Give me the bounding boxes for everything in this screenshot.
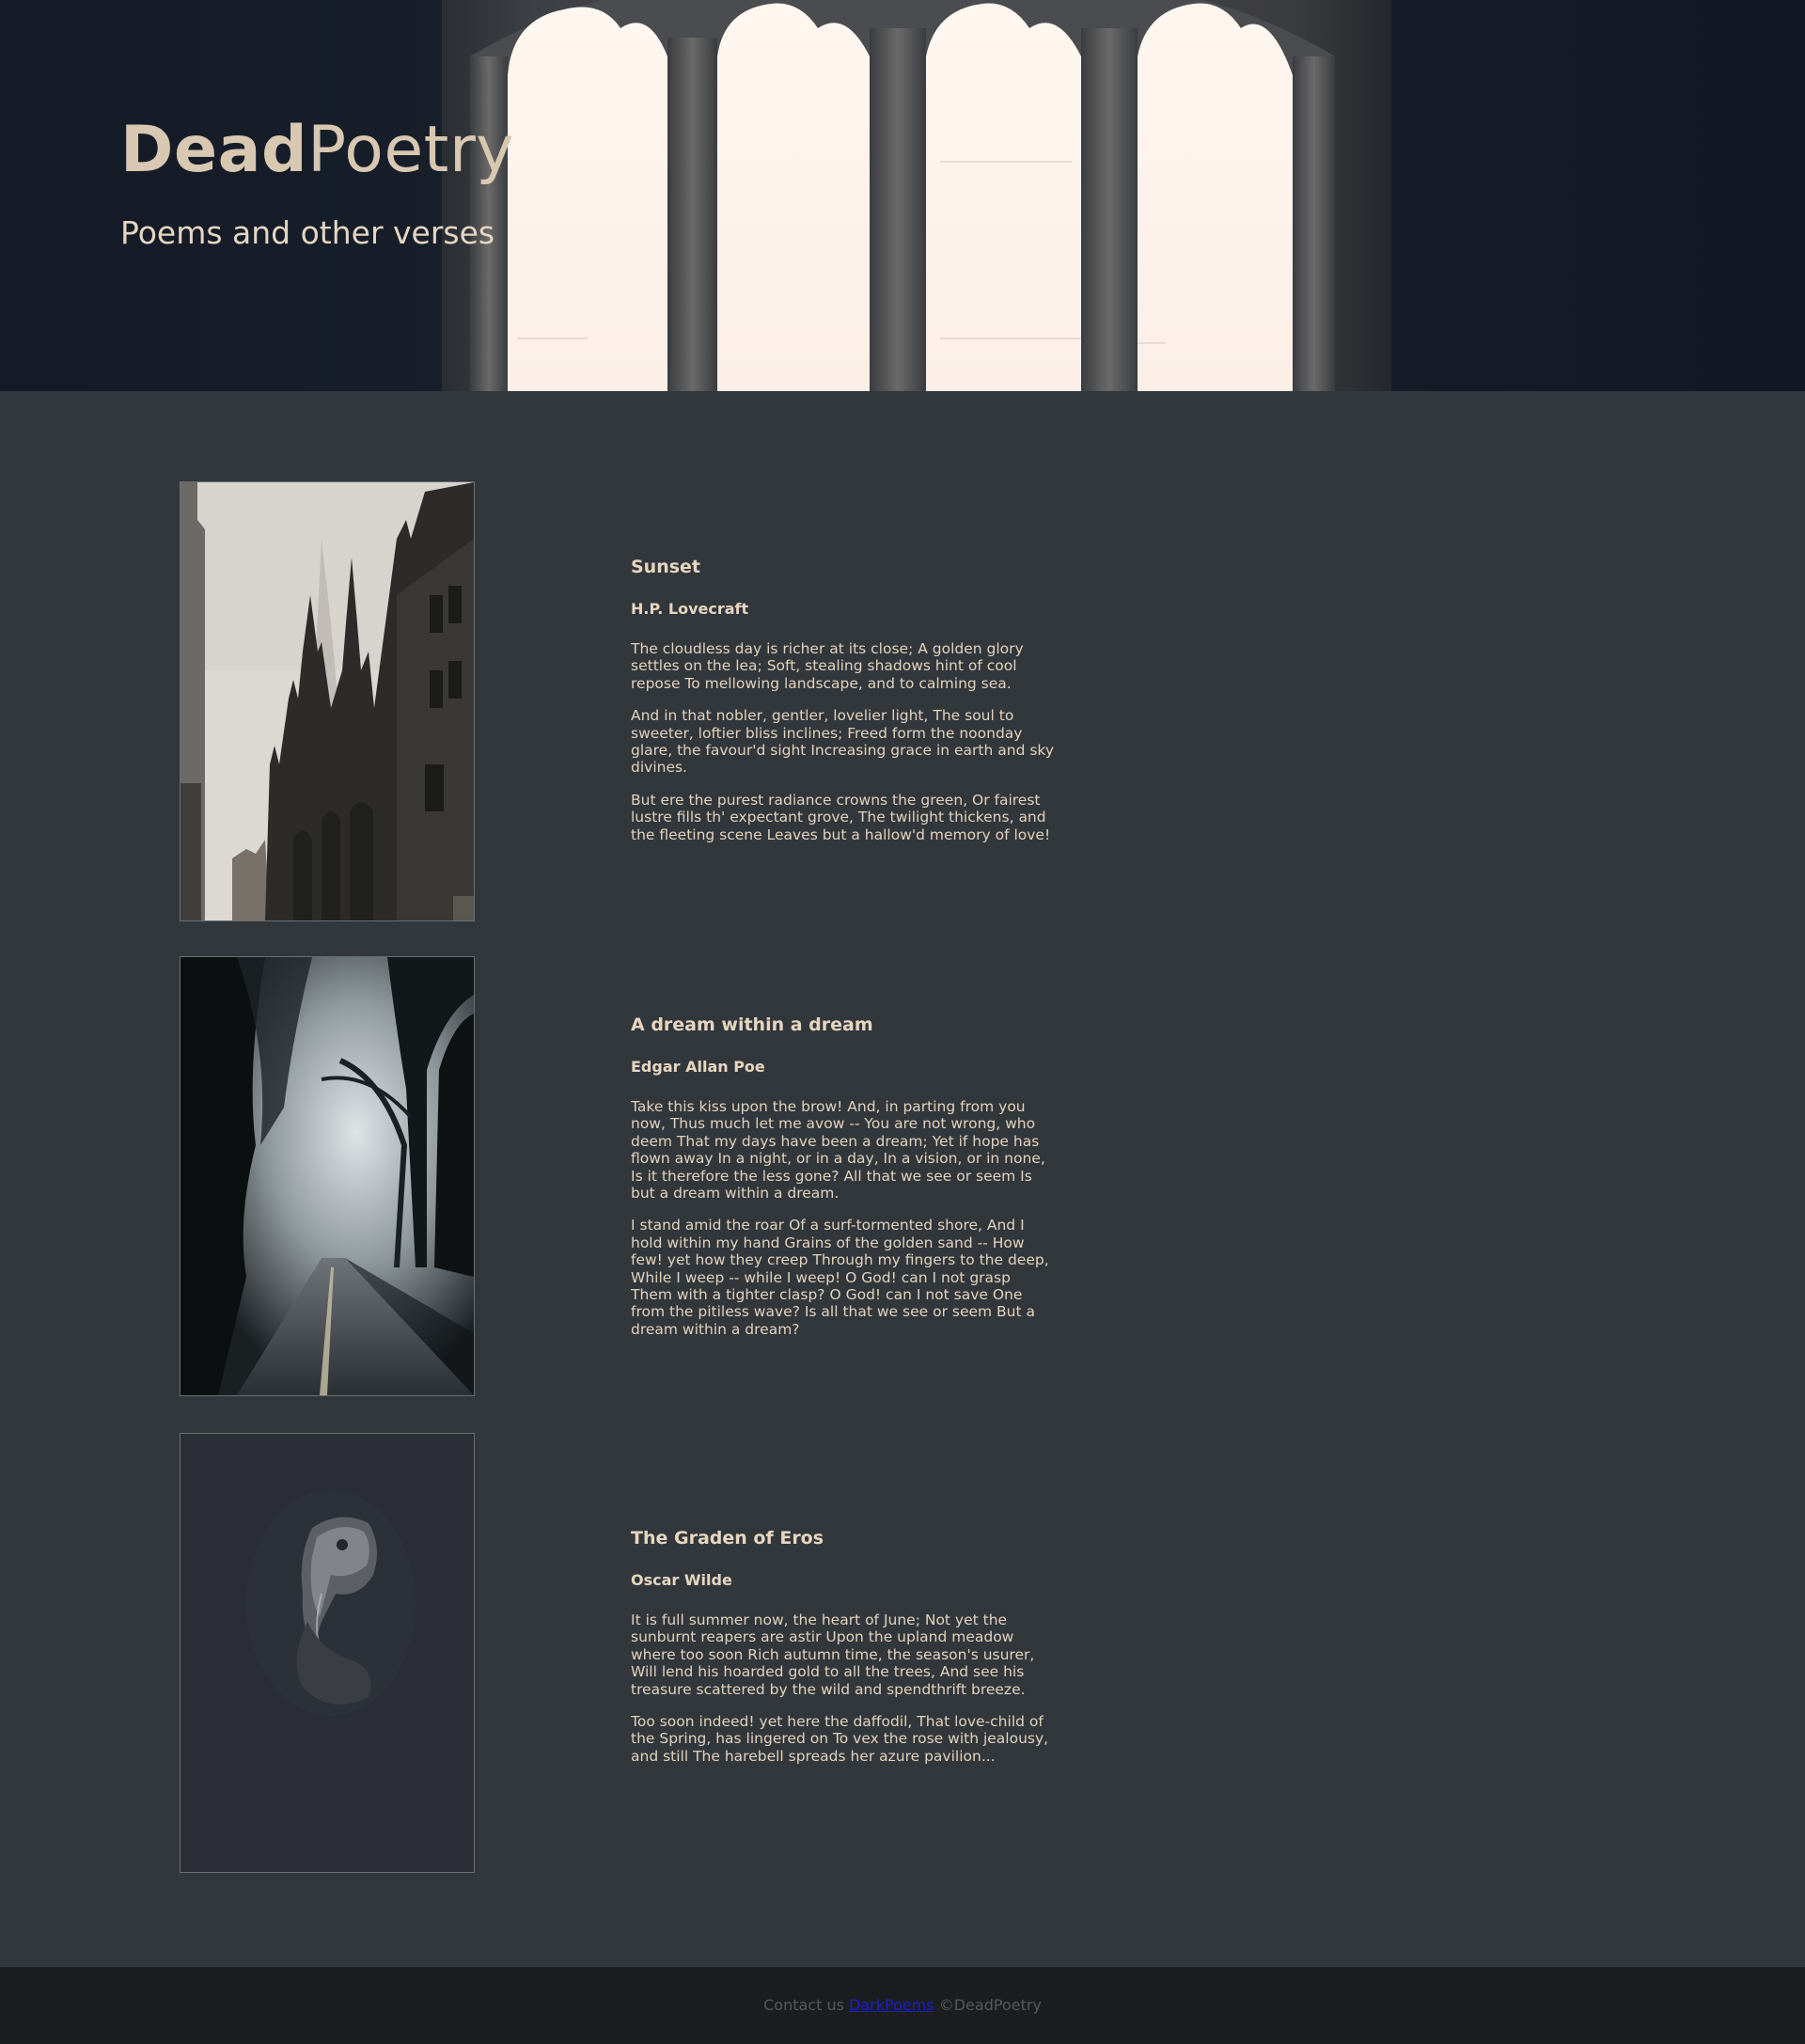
poem-author: H.P. Lovecraft: [631, 600, 749, 618]
brand-light: Poetry: [307, 113, 515, 187]
poem-stanza: And in that nobler, gentler, lovelier li…: [631, 707, 1055, 777]
poem-content: A dream within a dream Edgar Allan Poe T…: [631, 1014, 1054, 1353]
poem-title[interactable]: A dream within a dream: [631, 1014, 1054, 1035]
poem-image-forest-road: [180, 956, 475, 1396]
poem-image-cathedral: [180, 481, 475, 921]
brand-bold: Dead: [120, 113, 308, 187]
page-footer: Contact us DarkPoems ©DeadPoetry: [0, 1967, 1805, 2044]
poem-stanza: It is full summer now, the heart of June…: [631, 1612, 1035, 1698]
footer-contact-link[interactable]: DarkPoems: [849, 1996, 934, 2014]
poem-stanza: Take this kiss upon the brow! And, in pa…: [631, 1098, 1045, 1203]
poem-stanza: Too soon indeed! yet here the daffodil, …: [631, 1713, 1049, 1765]
poem-title[interactable]: Sunset: [631, 557, 1054, 577]
footer-contact-text: Contact us: [763, 1996, 844, 2014]
poem-image-plague-doctor: [180, 1433, 475, 1873]
poem-list: Sunset H.P. Lovecraft The cloudless day …: [0, 391, 1805, 1967]
poem-title[interactable]: The Graden of Eros: [631, 1528, 1054, 1549]
poem-content: Sunset H.P. Lovecraft The cloudless day …: [631, 557, 1054, 858]
footer-copyright: ©DeadPoetry: [938, 1996, 1042, 2014]
site-tagline: Poems and other verses: [120, 214, 495, 251]
poem-author: Oscar Wilde: [631, 1571, 732, 1589]
poem-stanza: But ere the purest radiance crowns the g…: [631, 791, 1051, 843]
poem-author: Edgar Allan Poe: [631, 1058, 765, 1076]
poem-stanza: The cloudless day is richer at its close…: [631, 640, 1024, 692]
gothic-window-image: [470, 0, 1335, 391]
poem-stanza: I stand amid the roar Of a surf-tormente…: [631, 1217, 1049, 1338]
site-logo[interactable]: DeadPoetry: [120, 113, 514, 187]
poem-content: The Graden of Eros Oscar Wilde It is ful…: [631, 1528, 1054, 1780]
hero-banner: DeadPoetry Poems and other verses: [0, 0, 1805, 391]
